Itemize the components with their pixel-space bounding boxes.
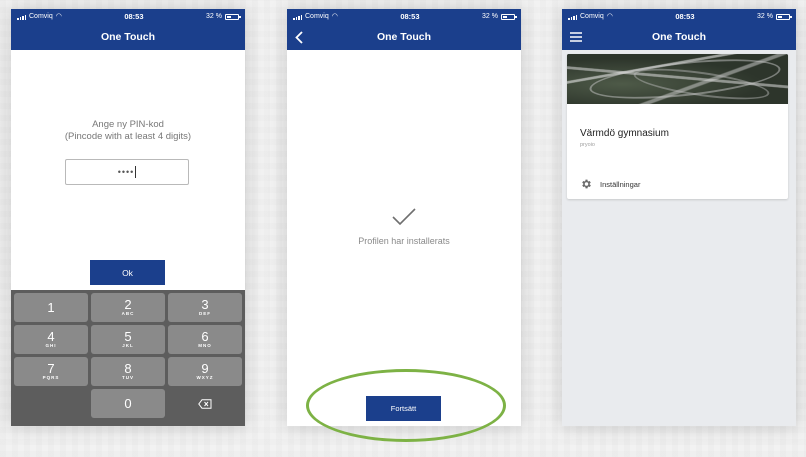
wifi-icon: ◠ [606,13,613,20]
pin-prompt-line1: Ange ny PIN-kod [92,119,164,130]
keypad-row: 4 GHI 5 JKL 6 MNO [14,325,242,354]
battery-percent: 32 % [757,13,773,20]
carrier-label: Comviq [305,13,329,20]
hamburger-menu-icon [570,32,582,42]
key-7[interactable]: 7 PQRS [14,357,88,386]
phone-screen-home: Comviq ◠ 08:53 32 % One Touch Värmdö gym… [562,9,796,426]
signal-icon [568,14,577,20]
pin-entry-area: Ange ny PIN-kod (Pincode with at least 4… [11,50,245,290]
key-0[interactable]: 0 [91,389,165,418]
key-blank [14,389,88,418]
backspace-icon [198,398,212,409]
status-time: 08:53 [675,12,695,21]
screenshot-stage: Comviq ◠ 08:53 32 % One Touch Ange ny PI… [0,0,806,457]
phone-screen-done: Comviq ◠ 08:53 32 % One Touch Profilen h… [287,9,521,426]
keypad-row: 7 PQRS 8 TUV 9 WXYZ [14,357,242,386]
battery-percent: 32 % [206,13,222,20]
pin-prompt-line2: (Pincode with at least 4 digits) [64,131,192,142]
signal-icon [293,14,302,20]
signal-icon [17,14,26,20]
gear-icon [582,179,591,189]
key-4[interactable]: 4 GHI [14,325,88,354]
battery-icon [776,13,792,20]
text-caret [135,166,137,178]
menu-button[interactable] [570,24,582,50]
keypad-row: 1 2 ABC 3 DEF [14,293,242,322]
home-area: Värmdö gymnasium pryoio Inställningar [562,50,796,426]
nav-bar: One Touch [562,24,796,50]
key-1[interactable]: 1 [14,293,88,322]
nav-bar: One Touch [11,24,245,50]
settings-link[interactable]: Inställningar [580,178,640,190]
carrier-label: Comviq [29,13,53,20]
backspace-key[interactable] [168,389,242,418]
app-title: One Touch [100,31,156,43]
ok-button[interactable]: Ok [90,260,165,285]
card-title: Värmdö gymnasium [580,128,669,139]
status-bar: Comviq ◠ 08:53 32 % [562,9,796,24]
key-2[interactable]: 2 ABC [91,293,165,322]
school-card[interactable]: Värmdö gymnasium pryoio Inställningar [567,54,788,199]
app-title: One Touch [376,31,432,43]
back-button[interactable] [295,24,303,50]
key-3[interactable]: 3 DEF [168,293,242,322]
chevron-left-icon [295,30,303,44]
numeric-keypad: 1 2 ABC 3 DEF 4 GHI 5 JKL 6 MNO 7 PQRS 8… [11,290,245,426]
card-header-image [567,54,788,104]
key-9[interactable]: 9 WXYZ [168,357,242,386]
pin-prompt: Ange ny PIN-kod (Pincode with at least 4… [11,119,245,143]
status-time: 08:53 [400,12,420,21]
nav-bar: One Touch [287,24,521,50]
pin-input[interactable]: •••• [65,159,189,185]
key-6[interactable]: 6 MNO [168,325,242,354]
wifi-icon: ◠ [331,13,338,20]
app-title: One Touch [651,31,707,43]
pin-input-value: •••• [117,167,135,177]
wifi-icon: ◠ [55,13,62,20]
status-time: 08:53 [124,12,144,21]
battery-percent: 32 % [482,13,498,20]
card-subtitle: pryoio [580,142,595,148]
settings-label: Inställningar [600,179,641,189]
key-8[interactable]: 8 TUV [91,357,165,386]
status-bar: Comviq ◠ 08:53 32 % [287,9,521,24]
key-5[interactable]: 5 JKL [91,325,165,354]
status-message: Profilen har installerats [358,236,450,246]
carrier-label: Comviq [580,13,604,20]
keypad-row: 0 [14,389,242,418]
phone-screen-pin: Comviq ◠ 08:53 32 % One Touch Ange ny PI… [11,9,245,426]
status-bar: Comviq ◠ 08:53 32 % [11,9,245,24]
highlight-ellipse [306,369,506,442]
battery-icon [225,13,241,20]
checkmark-icon [392,208,416,226]
battery-icon [501,13,517,20]
